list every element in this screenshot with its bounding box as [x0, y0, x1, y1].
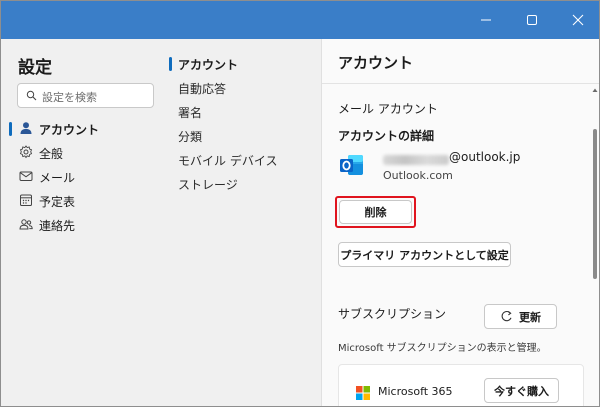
sidebar-item-account[interactable]: アカウント — [1, 118, 169, 140]
subnav-item-storage[interactable]: ストレージ — [169, 173, 321, 195]
outlook-icon — [340, 155, 363, 175]
minimize-button[interactable] — [463, 1, 509, 39]
refresh-icon — [501, 310, 512, 322]
sidebar-item-calendar[interactable]: 予定表 — [1, 190, 169, 212]
settings-sidebar: 設定 設定を検索 アカウント 全般 メール 予定表 連絡先 — [1, 39, 169, 406]
subnav-item-label: 署名 — [178, 106, 203, 120]
sidebar-item-label: 全般 — [39, 147, 64, 161]
subnav-item-label: モバイル デバイス — [178, 154, 278, 168]
sidebar-item-mail[interactable]: メール — [1, 166, 169, 188]
search-icon — [26, 90, 37, 101]
set-primary-account-button[interactable]: プライマリ アカウントとして設定 — [338, 242, 511, 267]
settings-window: 設定 設定を検索 アカウント 全般 メール 予定表 連絡先 アカウント 自動応答… — [0, 0, 600, 407]
subnav-item-mobile-devices[interactable]: モバイル デバイス — [169, 149, 321, 171]
subscription-description: Microsoft サブスクリプションの表示と管理。 — [338, 343, 547, 354]
scrollbar-thumb[interactable] — [593, 129, 597, 279]
delete-account-button[interactable]: 削除 — [339, 200, 412, 224]
refresh-label: 更新 — [519, 310, 541, 324]
microsoft-logo-icon — [356, 386, 370, 400]
close-icon — [572, 14, 584, 26]
account-subnav: アカウント 自動応答 署名 分類 モバイル デバイス ストレージ — [169, 39, 321, 406]
account-email: @outlook.jp — [449, 150, 521, 164]
subnav-item-categories[interactable]: 分類 — [169, 125, 321, 147]
close-button[interactable] — [555, 1, 599, 39]
subnav-item-signature[interactable]: 署名 — [169, 101, 321, 123]
subnav-item-label: 自動応答 — [178, 82, 227, 96]
subscription-title: サブスクリプション — [338, 307, 447, 321]
mail-icon — [19, 171, 33, 181]
calendar-icon — [20, 194, 32, 206]
product-name: Microsoft 365 — [378, 385, 453, 398]
gear-icon — [19, 145, 33, 159]
title-bar — [1, 1, 599, 39]
sidebar-item-label: メール — [39, 171, 76, 185]
buy-now-button[interactable]: 今すぐ購入 — [484, 378, 559, 403]
scroll-up-arrow-icon[interactable] — [592, 87, 598, 93]
maximize-icon — [527, 15, 537, 25]
pane-title: アカウント — [338, 54, 414, 72]
refresh-button[interactable]: 更新 — [484, 304, 557, 329]
search-placeholder: 設定を検索 — [42, 91, 97, 104]
active-indicator — [9, 122, 12, 136]
sidebar-item-general[interactable]: 全般 — [1, 142, 169, 164]
microsoft-365-card: Microsoft 365 今すぐ購入 — [338, 364, 584, 406]
settings-search-input[interactable]: 設定を検索 — [17, 83, 154, 108]
sidebar-item-label: 連絡先 — [39, 219, 76, 233]
settings-title: 設定 — [18, 58, 52, 78]
account-provider: Outlook.com — [383, 169, 453, 182]
sidebar-item-contacts[interactable]: 連絡先 — [1, 214, 169, 236]
subnav-item-label: ストレージ — [178, 178, 238, 192]
sidebar-item-label: アカウント — [39, 123, 100, 137]
pane-divider — [322, 83, 599, 84]
subnav-item-label: アカウント — [178, 58, 239, 72]
subnav-item-label: 分類 — [178, 130, 203, 144]
mail-accounts-label: メール アカウント — [338, 102, 438, 116]
account-details-heading: アカウントの詳細 — [338, 129, 435, 143]
person-icon — [20, 122, 32, 134]
maximize-button[interactable] — [509, 1, 555, 39]
people-icon — [19, 219, 33, 230]
subnav-item-account[interactable]: アカウント — [169, 53, 321, 75]
subnav-item-auto-reply[interactable]: 自動応答 — [169, 77, 321, 99]
account-pane: アカウント メール アカウント アカウントの詳細 @outlook.jp Out… — [321, 39, 599, 406]
sidebar-item-label: 予定表 — [39, 195, 76, 209]
redacted-username — [383, 155, 449, 165]
minimize-icon — [481, 19, 491, 21]
active-indicator — [169, 57, 172, 71]
